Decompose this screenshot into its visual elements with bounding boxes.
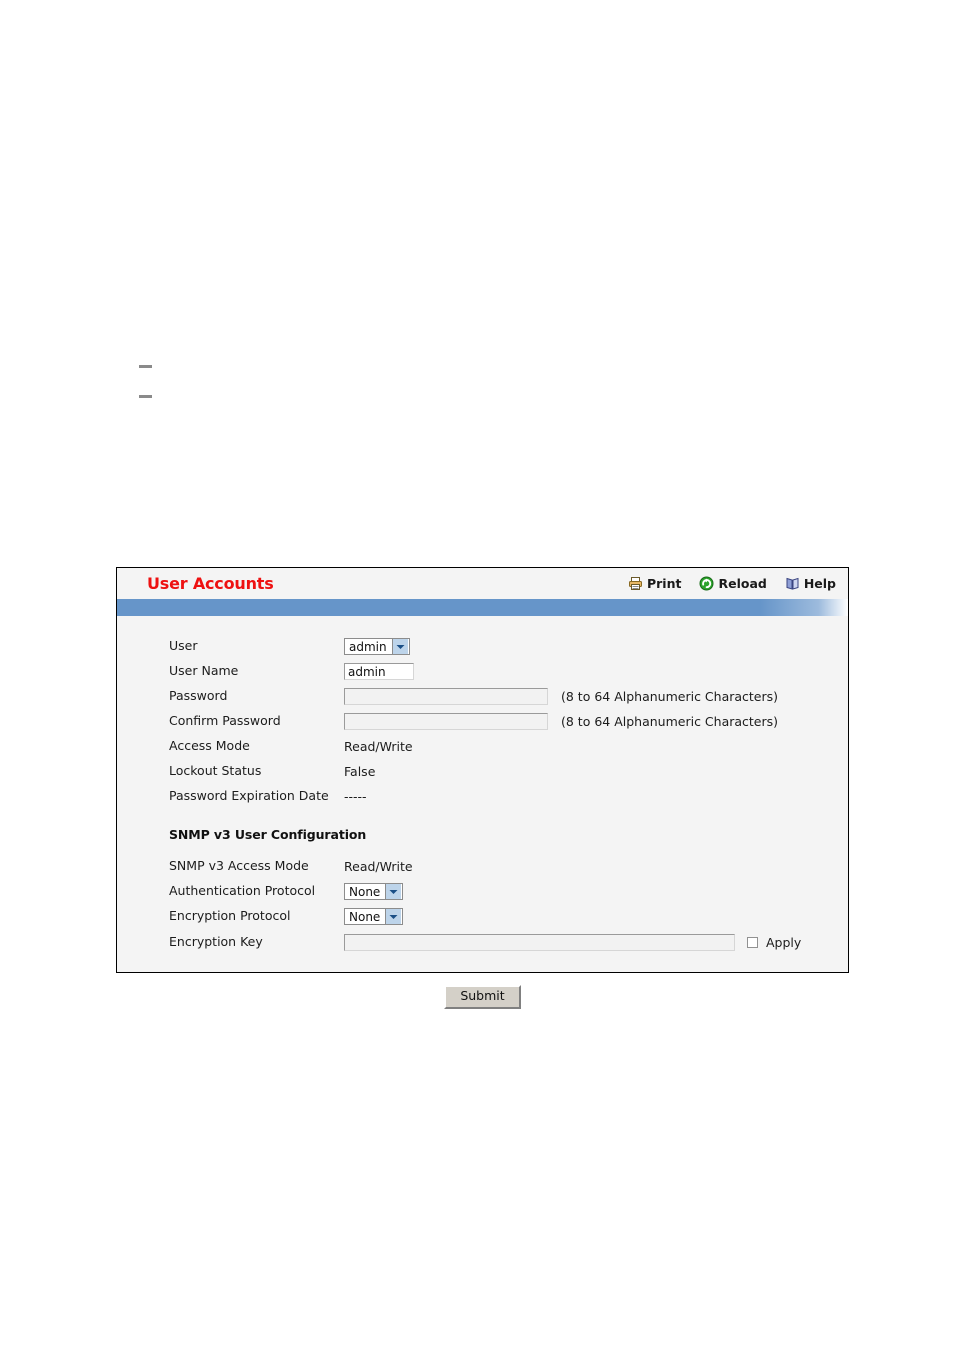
- apply-control: Apply: [747, 935, 801, 950]
- row-password-expiration-date: Password Expiration Date -----: [117, 784, 848, 809]
- value-lockout-status: False: [344, 764, 376, 779]
- printer-icon: [628, 576, 643, 591]
- confirm-password-hint: (8 to 64 Alphanumeric Characters): [561, 714, 779, 729]
- password-hint: (8 to 64 Alphanumeric Characters): [561, 689, 779, 704]
- label-password: Password: [169, 688, 228, 704]
- help-label: Help: [803, 576, 836, 591]
- panel-header: User Accounts Print Reload Help: [117, 568, 848, 599]
- confirm-password-input[interactable]: [344, 713, 548, 730]
- label-encryption-key: Encryption Key: [169, 933, 263, 949]
- row-authentication-protocol: Authentication Protocol None: [117, 879, 848, 904]
- value-password-expiration-date: -----: [344, 789, 367, 804]
- row-access-mode: Access Mode Read/Write: [117, 734, 848, 759]
- user-select-value: admin: [349, 639, 387, 654]
- row-user-name: User Name: [117, 659, 848, 684]
- row-encryption-key: Encryption Key Apply: [117, 929, 848, 955]
- chevron-down-icon: [385, 884, 402, 899]
- print-button[interactable]: Print: [628, 576, 682, 591]
- label-password-expiration-date: Password Expiration Date: [169, 788, 329, 804]
- user-name-input[interactable]: [344, 663, 414, 680]
- label-snmp-access-mode: SNMP v3 Access Mode: [169, 858, 309, 874]
- list-dash-marker-1: [139, 365, 152, 368]
- row-password: Password (8 to 64 Alphanumeric Character…: [117, 684, 848, 709]
- page-title: User Accounts: [147, 574, 274, 593]
- authentication-protocol-select[interactable]: None: [344, 883, 403, 900]
- user-account-form: User admin User Name Password (8 to 64 A…: [117, 634, 848, 809]
- row-user: User admin: [117, 634, 848, 659]
- user-select[interactable]: admin: [344, 638, 410, 655]
- chevron-down-icon: [391, 639, 408, 654]
- row-snmp-access-mode: SNMP v3 Access Mode Read/Write: [117, 854, 848, 879]
- submit-button[interactable]: Submit: [444, 985, 521, 1009]
- encryption-protocol-value: None: [349, 909, 381, 924]
- row-confirm-password: Confirm Password (8 to 64 Alphanumeric C…: [117, 709, 848, 734]
- row-encryption-protocol: Encryption Protocol None: [117, 904, 848, 929]
- row-lockout-status: Lockout Status False: [117, 759, 848, 784]
- authentication-protocol-value: None: [349, 884, 381, 899]
- value-snmp-access-mode: Read/Write: [344, 859, 413, 874]
- reload-icon: [699, 576, 714, 591]
- apply-label: Apply: [766, 934, 802, 950]
- snmp-form: SNMP v3 Access Mode Read/Write Authentic…: [117, 854, 848, 955]
- panel-body: User admin User Name Password (8 to 64 A…: [117, 616, 848, 1009]
- user-accounts-panel: User Accounts Print Reload Help User adm…: [116, 567, 849, 1009]
- snmp-section-heading: SNMP v3 User Configuration: [169, 827, 367, 842]
- print-label: Print: [646, 576, 682, 591]
- label-access-mode: Access Mode: [169, 738, 250, 754]
- chevron-down-icon: [385, 909, 402, 924]
- submit-row: Submit: [117, 985, 848, 1009]
- help-button[interactable]: Help: [785, 576, 836, 591]
- panel-toolbar: Print Reload Help: [628, 568, 836, 599]
- label-user-name: User Name: [169, 663, 239, 679]
- panel-accent-bar: [117, 599, 848, 616]
- list-dash-marker-2: [139, 395, 152, 398]
- reload-label: Reload: [718, 576, 767, 591]
- help-book-icon: [785, 576, 800, 591]
- label-user: User: [169, 638, 198, 654]
- label-lockout-status: Lockout Status: [169, 763, 262, 779]
- apply-checkbox[interactable]: [747, 936, 758, 948]
- reload-button[interactable]: Reload: [699, 576, 767, 591]
- password-input[interactable]: [344, 688, 548, 705]
- label-confirm-password: Confirm Password: [169, 713, 281, 729]
- encryption-key-input[interactable]: [344, 933, 735, 951]
- label-authentication-protocol: Authentication Protocol: [169, 883, 316, 899]
- value-access-mode: Read/Write: [344, 739, 413, 754]
- label-encryption-protocol: Encryption Protocol: [169, 908, 291, 924]
- encryption-protocol-select[interactable]: None: [344, 908, 403, 925]
